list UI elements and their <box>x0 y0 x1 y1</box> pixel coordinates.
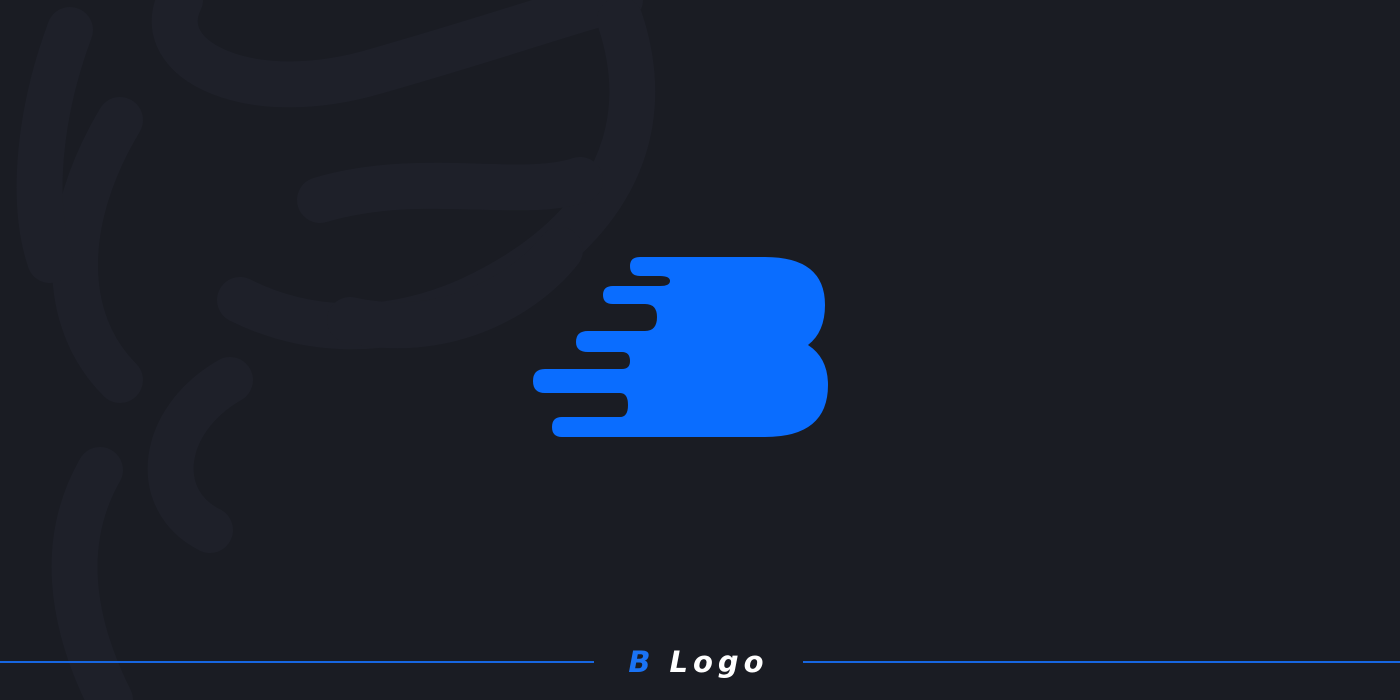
caption-word: Logo <box>669 645 769 679</box>
caption-letter: B <box>628 645 656 679</box>
footer-divider-right <box>803 661 1400 663</box>
speed-letter-b-icon <box>533 257 828 437</box>
logo-caption: B Logo <box>594 640 803 684</box>
footer-divider-left <box>0 661 594 663</box>
